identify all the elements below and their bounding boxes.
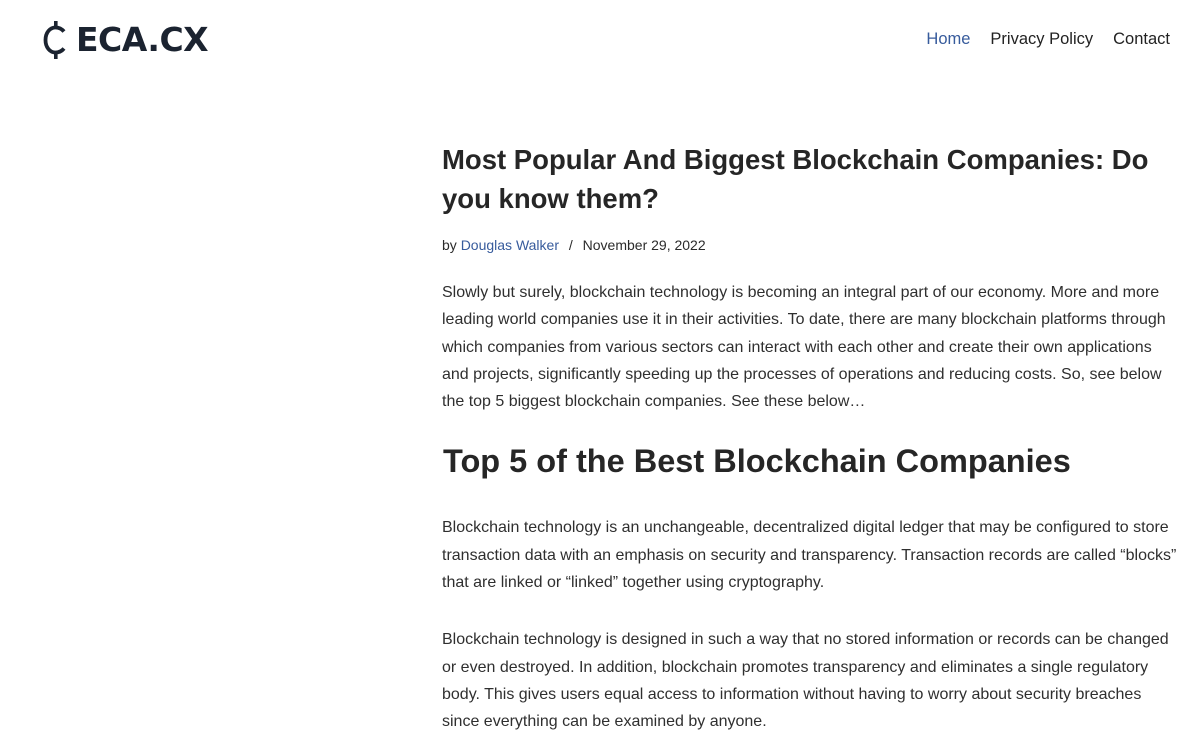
nav-item-contact[interactable]: Contact <box>1113 28 1170 50</box>
site-logo[interactable]: ECA.CX <box>40 18 209 62</box>
byline-prefix: by <box>442 237 457 253</box>
publish-date: November 29, 2022 <box>582 237 706 253</box>
body-paragraph: Blockchain technology is designed in suc… <box>442 631 1169 731</box>
cent-icon <box>43 21 66 59</box>
logo-text: ECA.CX <box>76 20 209 59</box>
intro-paragraph: Slowly but surely, blockchain technology… <box>442 284 1166 411</box>
nav-item-privacy-policy[interactable]: Privacy Policy <box>990 28 1093 50</box>
meta-separator: / <box>568 237 573 253</box>
article-title: Most Popular And Biggest Blockchain Comp… <box>442 144 1149 214</box>
site-header: ECA.CX Home Privacy Policy Contact <box>0 0 1200 80</box>
nav-item-home[interactable]: Home <box>926 28 970 50</box>
body-paragraph: Blockchain technology is an unchangeable… <box>442 519 1177 592</box>
main-nav: Home Privacy Policy Contact <box>906 28 1170 50</box>
author-link[interactable]: Douglas Walker <box>461 237 559 253</box>
article-meta: by Douglas Walker / November 29, 2022 <box>442 235 1177 255</box>
section-heading: Top 5 of the Best Blockchain Companies <box>443 443 1071 480</box>
article: Most Popular And Biggest Blockchain Comp… <box>442 140 1177 736</box>
